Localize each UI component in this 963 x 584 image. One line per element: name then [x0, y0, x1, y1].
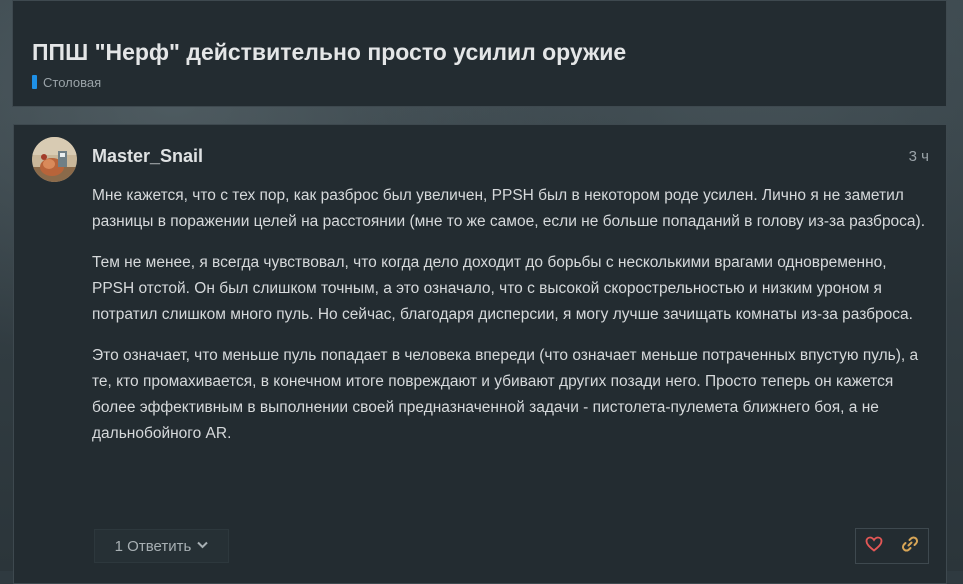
chevron-down-icon	[197, 540, 209, 552]
username[interactable]: Master_Snail	[92, 146, 203, 167]
like-button[interactable]	[859, 531, 889, 561]
heart-icon	[865, 536, 883, 557]
post-paragraph: Тем не менее, я всегда чувствовал, что к…	[92, 254, 913, 323]
category-name[interactable]: Столовая	[43, 75, 101, 90]
avatar[interactable]	[32, 137, 77, 182]
category-badge[interactable]: Столовая	[32, 73, 101, 91]
category-color-icon	[32, 75, 37, 89]
replies-button[interactable]: 1 Ответить	[94, 529, 229, 563]
post: Master_Snail 3 ч Мне кажется, что с тех …	[13, 124, 947, 584]
topic-header: ППШ "Нерф" действительно просто усилил о…	[12, 0, 947, 107]
post-actions	[855, 528, 929, 564]
share-link-button[interactable]	[895, 531, 925, 561]
page-title[interactable]: ППШ "Нерф" действительно просто усилил о…	[32, 39, 626, 66]
post-time[interactable]: 3 ч	[909, 148, 929, 165]
post-paragraph: Это означает, что меньше пуль попадает в…	[92, 347, 919, 442]
post-paragraph: Мне кажется, что с тех пор, как разброс …	[92, 187, 926, 230]
link-icon	[901, 535, 919, 558]
replies-label: 1 Ответить	[114, 537, 192, 555]
post-body: Мне кажется, что с тех пор, как разброс …	[92, 183, 932, 462]
